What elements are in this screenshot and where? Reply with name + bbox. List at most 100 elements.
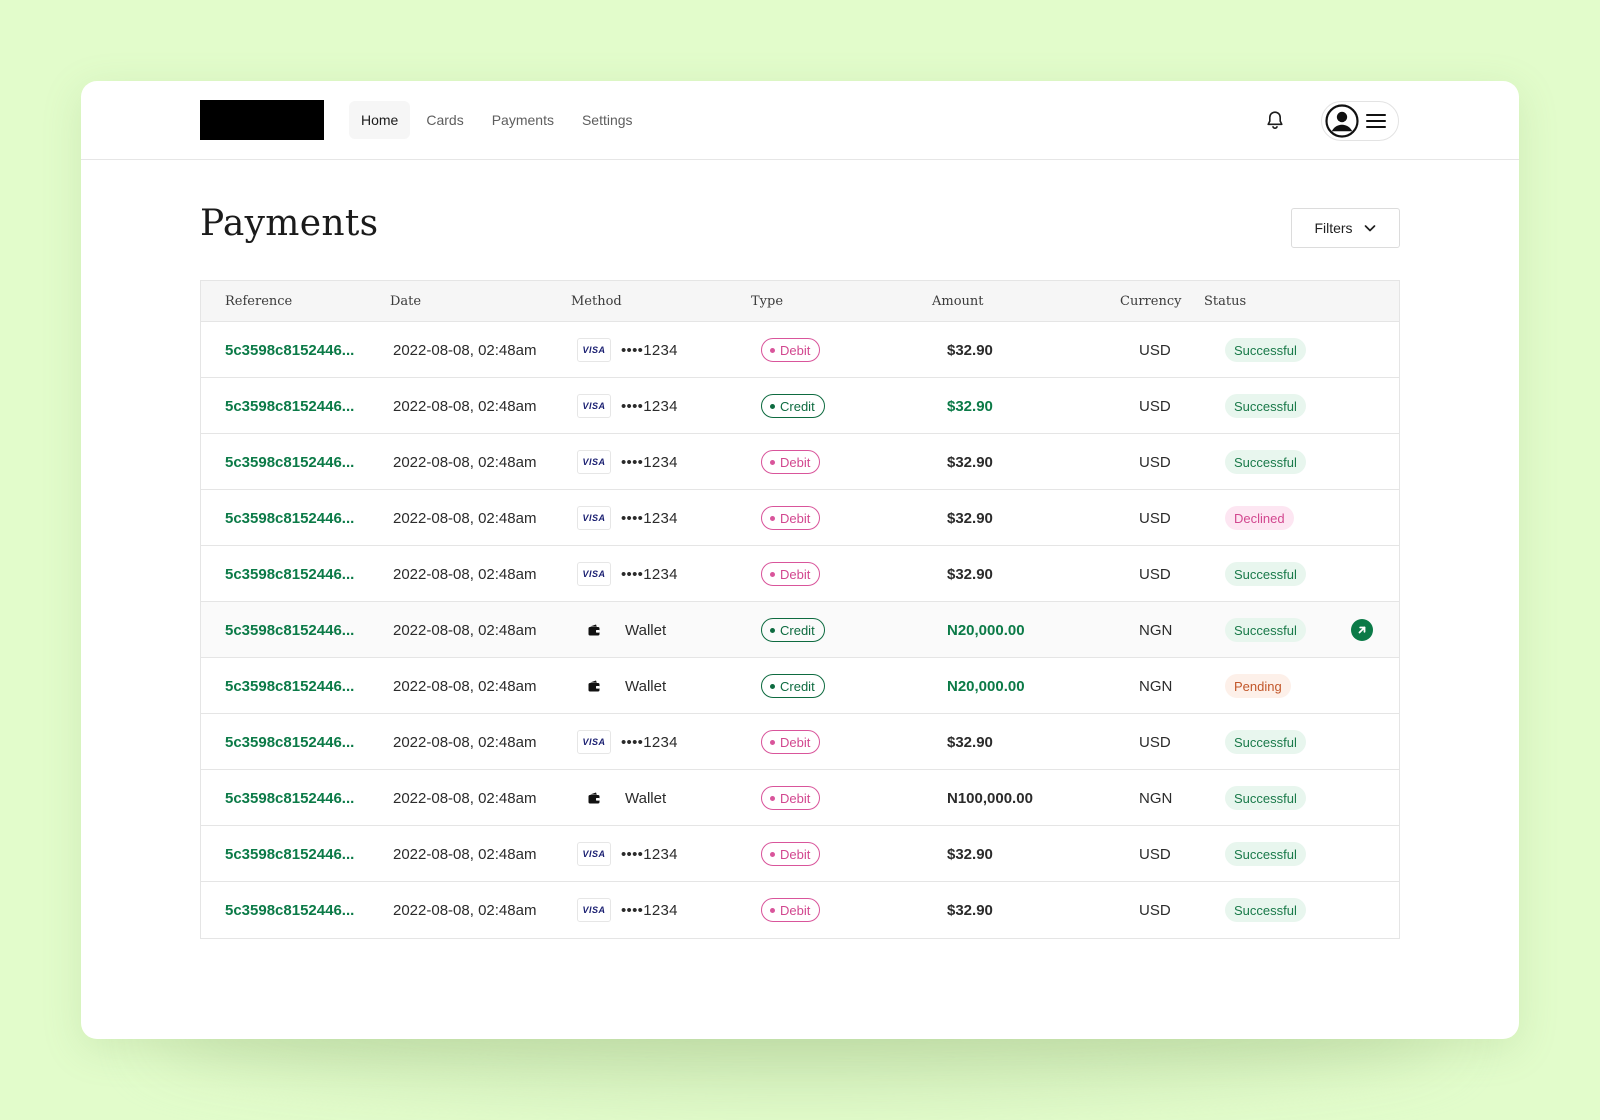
table-row[interactable]: 5c3598c8152446... 2022-08-08, 02:48am VISA… bbox=[201, 378, 1399, 434]
type-cell: Debit bbox=[761, 714, 821, 770]
status-cell: Successful bbox=[1225, 826, 1306, 882]
reference-link[interactable]: 5c3598c8152446... bbox=[225, 770, 354, 826]
type-label: Credit bbox=[780, 398, 815, 414]
type-label: Debit bbox=[780, 734, 811, 750]
reference-link[interactable]: 5c3598c8152446... bbox=[225, 434, 354, 490]
table-row[interactable]: 5c3598c8152446... 2022-08-08, 02:48am VISA… bbox=[201, 546, 1399, 602]
status-cell: Successful bbox=[1225, 770, 1306, 826]
type-label: Debit bbox=[780, 846, 811, 862]
currency: USD bbox=[1139, 901, 1171, 919]
reference-link[interactable]: 5c3598c8152446... bbox=[225, 826, 354, 882]
reference-link[interactable]: 5c3598c8152446... bbox=[225, 490, 354, 546]
type-cell: Debit bbox=[761, 546, 821, 602]
visa-card-icon: VISA bbox=[577, 842, 611, 866]
amount: $32.90 bbox=[947, 509, 993, 527]
filters-label: Filters bbox=[1314, 220, 1353, 236]
table-row[interactable]: 5c3598c8152446... 2022-08-08, 02:48am VISA… bbox=[201, 714, 1399, 770]
payment-method: VISA ••••1234 bbox=[577, 490, 678, 546]
table-row[interactable]: 5c3598c8152446... 2022-08-08, 02:48am VISA… bbox=[201, 490, 1399, 546]
type-cell: Credit bbox=[761, 378, 825, 434]
nav-item-settings[interactable]: Settings bbox=[570, 101, 645, 139]
column-header-type[interactable]: Type bbox=[751, 281, 783, 322]
page-title: Payments bbox=[200, 203, 379, 244]
table-row[interactable]: 5c3598c8152446... 2022-08-08, 02:48am VISA… bbox=[201, 826, 1399, 882]
payment-method: Wallet bbox=[577, 602, 666, 658]
main-nav: Home Cards Payments Settings bbox=[349, 101, 649, 139]
nav-item-payments[interactable]: Payments bbox=[480, 101, 566, 139]
currency: USD bbox=[1139, 453, 1171, 471]
status-badge: Successful bbox=[1225, 730, 1306, 754]
table-row[interactable]: 5c3598c8152446... 2022-08-08, 02:48am Wall… bbox=[201, 658, 1399, 714]
masked-card-number: ••••1234 bbox=[621, 341, 678, 359]
visa-card-icon: VISA bbox=[577, 730, 611, 754]
payment-method: VISA ••••1234 bbox=[577, 714, 678, 770]
amount: $32.90 bbox=[947, 901, 993, 919]
status-cell: Successful bbox=[1225, 434, 1306, 490]
reference-link[interactable]: 5c3598c8152446... bbox=[225, 658, 354, 714]
payment-date: 2022-08-08, 02:48am bbox=[393, 733, 537, 751]
currency: USD bbox=[1139, 341, 1171, 359]
payment-method: VISA ••••1234 bbox=[577, 378, 678, 434]
status-badge: Pending bbox=[1225, 674, 1291, 698]
amount: $32.90 bbox=[947, 397, 993, 415]
masked-card-number: ••••1234 bbox=[621, 901, 678, 919]
reference-link[interactable]: 5c3598c8152446... bbox=[225, 378, 354, 434]
filters-button[interactable]: Filters bbox=[1291, 208, 1400, 248]
type-badge: Debit bbox=[761, 842, 821, 866]
reference-link[interactable]: 5c3598c8152446... bbox=[225, 322, 354, 378]
reference-link[interactable]: 5c3598c8152446... bbox=[225, 546, 354, 602]
payment-method: Wallet bbox=[577, 770, 666, 826]
table-row[interactable]: 5c3598c8152446... 2022-08-08, 02:48am VISA… bbox=[201, 434, 1399, 490]
table-row[interactable]: 5c3598c8152446... 2022-08-08, 02:48am VISA… bbox=[201, 882, 1399, 938]
dot-icon bbox=[770, 403, 775, 409]
column-header-status[interactable]: Status bbox=[1204, 281, 1246, 322]
wallet-icon bbox=[577, 786, 611, 810]
status-cell: Pending bbox=[1225, 658, 1291, 714]
column-header-method[interactable]: Method bbox=[571, 281, 622, 322]
type-badge: Debit bbox=[761, 450, 821, 474]
column-header-currency[interactable]: Currency bbox=[1120, 281, 1181, 322]
type-cell: Credit bbox=[761, 658, 825, 714]
table-row[interactable]: 5c3598c8152446... 2022-08-08, 02:48am Wall… bbox=[201, 770, 1399, 826]
reference-link[interactable]: 5c3598c8152446... bbox=[225, 602, 354, 658]
nav-item-cards[interactable]: Cards bbox=[414, 101, 475, 139]
table-body: 5c3598c8152446... 2022-08-08, 02:48am VISA… bbox=[201, 322, 1399, 938]
status-badge: Successful bbox=[1225, 842, 1306, 866]
app-window: Home Cards Payments Settings Payments Fi… bbox=[81, 81, 1519, 1039]
table-row[interactable]: 5c3598c8152446... 2022-08-08, 02:48am Wall… bbox=[201, 602, 1399, 658]
column-header-date[interactable]: Date bbox=[390, 281, 421, 322]
profile-menu-button[interactable] bbox=[1321, 101, 1399, 141]
table-row[interactable]: 5c3598c8152446... 2022-08-08, 02:48am VISA… bbox=[201, 322, 1399, 378]
type-cell: Debit bbox=[761, 434, 821, 490]
status-badge: Successful bbox=[1225, 450, 1306, 474]
column-header-reference[interactable]: Reference bbox=[225, 281, 292, 322]
currency: USD bbox=[1139, 845, 1171, 863]
payment-date: 2022-08-08, 02:48am bbox=[393, 397, 537, 415]
type-cell: Debit bbox=[761, 490, 821, 546]
brand-logo[interactable] bbox=[200, 100, 324, 140]
currency: NGN bbox=[1139, 677, 1173, 695]
wallet-icon bbox=[577, 618, 611, 642]
status-badge: Successful bbox=[1225, 338, 1306, 362]
arrow-up-right-icon[interactable] bbox=[1351, 619, 1373, 641]
status-cell: Successful bbox=[1225, 322, 1306, 378]
visa-card-icon: VISA bbox=[577, 450, 611, 474]
payments-table: Reference Date Method Type Amount Curren… bbox=[200, 280, 1400, 939]
type-label: Credit bbox=[780, 678, 815, 694]
column-header-amount[interactable]: Amount bbox=[932, 281, 984, 322]
masked-card-number: ••••1234 bbox=[621, 397, 678, 415]
payment-method: VISA ••••1234 bbox=[577, 434, 678, 490]
payment-date: 2022-08-08, 02:48am bbox=[393, 677, 537, 695]
dot-icon bbox=[770, 795, 775, 801]
type-label: Debit bbox=[780, 454, 811, 470]
type-badge: Debit bbox=[761, 730, 821, 754]
amount: N20,000.00 bbox=[947, 621, 1025, 639]
reference-link[interactable]: 5c3598c8152446... bbox=[225, 714, 354, 770]
reference-link[interactable]: 5c3598c8152446... bbox=[225, 882, 354, 938]
dot-icon bbox=[770, 907, 775, 913]
nav-item-home[interactable]: Home bbox=[349, 101, 411, 139]
type-label: Credit bbox=[780, 622, 815, 638]
payment-date: 2022-08-08, 02:48am bbox=[393, 565, 537, 583]
bell-icon[interactable] bbox=[1264, 109, 1286, 131]
currency: NGN bbox=[1139, 621, 1173, 639]
